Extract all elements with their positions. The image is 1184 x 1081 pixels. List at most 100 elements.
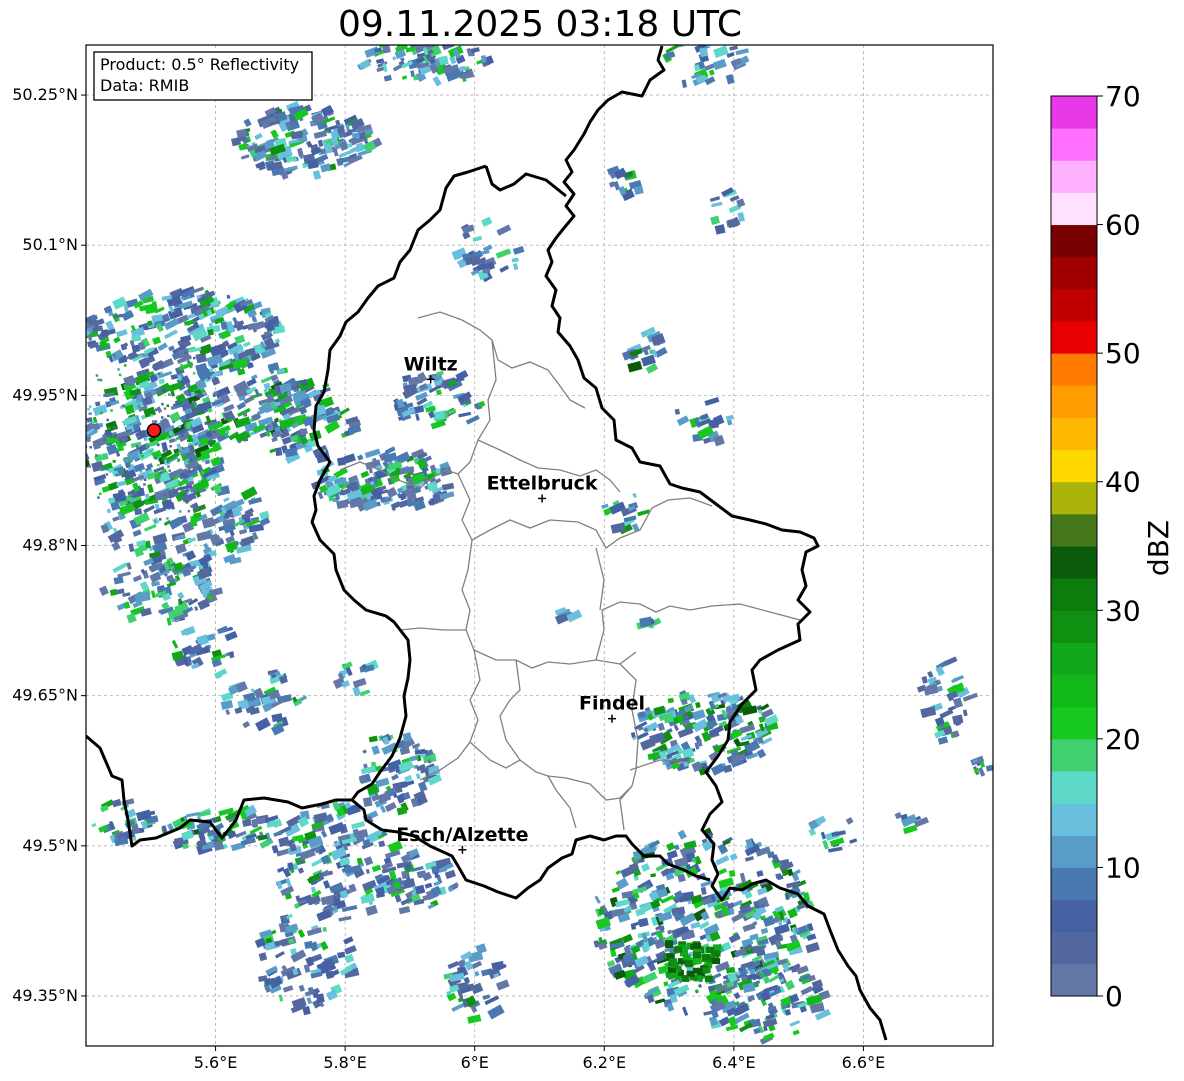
echo-cell — [82, 430, 85, 433]
colorbar-bin — [1051, 771, 1097, 804]
echo-cell — [168, 436, 172, 439]
echo-cell — [198, 444, 201, 447]
echo-cell — [125, 469, 129, 473]
echo-cell — [104, 432, 107, 436]
echo-cell — [88, 465, 91, 468]
colorbar-bin — [1051, 738, 1097, 772]
echo-cell — [138, 422, 142, 426]
echo-cell — [99, 492, 102, 496]
echo-cell — [136, 445, 139, 448]
echo-cell — [139, 470, 143, 473]
dbz-colorbar — [1051, 96, 1097, 997]
echo-cell — [138, 405, 141, 409]
echo-cell — [110, 409, 113, 412]
colorbar-bin — [1051, 931, 1097, 965]
x-tick-label: 6.2°E — [583, 1053, 627, 1072]
echo-cell — [189, 458, 193, 461]
echo-cell — [191, 400, 195, 404]
echo-cell — [728, 870, 736, 878]
echo-cell — [154, 420, 158, 423]
echo-cell — [89, 446, 92, 449]
echo-cell — [154, 519, 157, 523]
product-label: Product: 0.5° Reflectivity — [100, 55, 299, 74]
echo-cell — [209, 472, 212, 475]
echo-cell — [681, 975, 690, 982]
echo-cell — [97, 378, 100, 382]
echo-cell — [712, 958, 721, 965]
colorbar-bin — [1051, 963, 1097, 997]
echo-cell — [225, 430, 228, 434]
echo-cell — [108, 427, 111, 430]
echo-cell — [100, 411, 103, 415]
echo-cell — [167, 465, 170, 468]
echo-cell — [98, 464, 102, 467]
echo-cell — [97, 496, 100, 499]
echo-cell — [168, 393, 171, 396]
echo-cell — [184, 425, 187, 428]
echo-cell — [154, 408, 158, 412]
colorbar-bin — [1051, 353, 1097, 386]
echo-cell — [121, 507, 124, 510]
product-info-box: Product: 0.5° Reflectivity Data: RMIB — [93, 51, 313, 101]
echo-cell — [76, 424, 79, 427]
echo-cell — [157, 443, 160, 447]
echo-cell — [128, 462, 131, 465]
colorbar-tick-label: 60 — [1105, 209, 1141, 242]
colorbar-bin — [1051, 610, 1097, 643]
echo-cell — [103, 438, 106, 441]
echo-cell — [172, 420, 175, 424]
echo-cell — [207, 328, 214, 336]
echo-cell — [149, 373, 152, 377]
echo-cell — [699, 47, 709, 58]
echo-cell — [152, 420, 155, 423]
echo-cell — [157, 463, 160, 467]
echo-cell — [159, 471, 163, 475]
echo-cell — [686, 970, 695, 977]
echo-cell — [192, 372, 196, 375]
colorbar-tick-label: 0 — [1105, 980, 1123, 1013]
colorbar-bin — [1051, 546, 1097, 579]
echo-cell — [113, 426, 116, 429]
data-source-label: Data: RMIB — [100, 76, 189, 95]
echo-cell — [755, 946, 766, 957]
echo-cell — [113, 354, 116, 357]
echo-cell — [169, 432, 172, 436]
colorbar-bin — [1051, 288, 1097, 322]
echo-cell — [117, 368, 120, 371]
echo-cell — [684, 960, 693, 967]
echo-cell — [149, 450, 152, 453]
echo-cell — [665, 940, 674, 947]
echo-cell — [186, 393, 189, 397]
echo-cell — [180, 363, 183, 367]
echo-cell — [141, 454, 144, 458]
echo-cell — [124, 364, 127, 367]
echo-cell — [212, 478, 215, 482]
echo-cell — [704, 975, 713, 982]
echo-cell — [702, 967, 711, 974]
echo-cell — [322, 926, 327, 932]
colorbar-tick-label: 40 — [1105, 466, 1141, 499]
colorbar-bin — [1051, 513, 1097, 547]
echo-cell — [134, 508, 143, 516]
echo-cell — [193, 356, 196, 360]
echo-cell — [79, 391, 82, 394]
y-tick-label: 49.8°N — [22, 536, 78, 555]
echo-cell — [304, 940, 314, 949]
echo-cell — [169, 445, 172, 448]
colorbar-bin — [1051, 481, 1097, 515]
echo-cell — [238, 440, 241, 444]
colorbar-bin — [1051, 449, 1097, 483]
echo-cell — [225, 434, 228, 438]
echo-cell — [137, 435, 140, 438]
colorbar-tick-label: 70 — [1105, 80, 1141, 113]
echo-cell — [181, 434, 184, 437]
colorbar-tick-label: 50 — [1105, 337, 1141, 370]
echo-cell — [336, 456, 347, 467]
echo-cell — [702, 35, 716, 44]
colorbar-ticks: 0 10 20 30 40 50 60 70 — [1097, 80, 1141, 1013]
echo-cell — [598, 908, 605, 916]
x-tick-label: 6°E — [461, 1053, 489, 1072]
echo-cell — [682, 954, 691, 961]
echo-cell — [153, 373, 156, 377]
echo-cell — [92, 421, 95, 424]
